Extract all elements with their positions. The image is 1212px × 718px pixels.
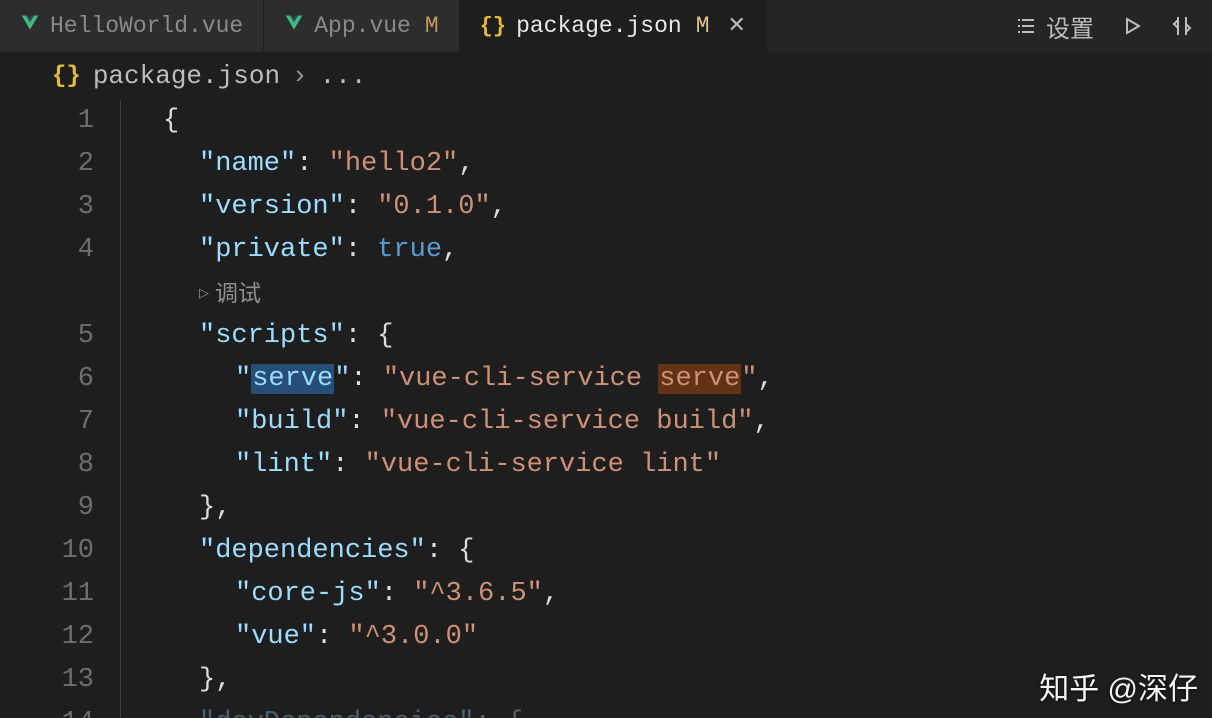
codelens-debug[interactable]: ▷调试 xyxy=(163,272,1212,315)
editor-actions: 设置 xyxy=(996,0,1212,52)
line-number: 13 xyxy=(0,659,94,702)
settings-label: 设置 xyxy=(1046,9,1094,44)
breadcrumb-more: ... xyxy=(320,61,367,91)
compare-icon xyxy=(1170,14,1194,38)
json-icon: {} xyxy=(480,14,506,39)
editor-tabbar: HelloWorld.vue App.vue M {} package.json… xyxy=(0,0,1212,52)
line-number: 14 xyxy=(0,702,94,718)
line-number: 9 xyxy=(0,487,94,530)
line-number: 1 xyxy=(0,100,94,143)
line-number: 6 xyxy=(0,358,94,401)
highlight-occurrence: serve xyxy=(658,364,741,394)
tab-app[interactable]: App.vue M xyxy=(264,0,459,52)
line-number: 11 xyxy=(0,573,94,616)
breadcrumb-file: package.json xyxy=(93,61,280,91)
play-icon xyxy=(1120,14,1144,38)
vue-icon xyxy=(20,13,40,39)
tab-label: package.json xyxy=(516,13,682,39)
line-gutter: 1 2 3 4 5 6 7 8 9 10 11 12 13 14 xyxy=(0,100,120,718)
line-number: 7 xyxy=(0,401,94,444)
tab-helloworld[interactable]: HelloWorld.vue xyxy=(0,0,264,52)
list-icon xyxy=(1014,14,1038,38)
line-number: 8 xyxy=(0,444,94,487)
watermark: 知乎 @深仔 xyxy=(1039,664,1198,708)
run-action[interactable] xyxy=(1120,14,1144,38)
line-number: 12 xyxy=(0,616,94,659)
tab-package-json[interactable]: {} package.json M ✕ xyxy=(460,0,767,52)
line-number: 4 xyxy=(0,229,94,272)
line-number: 10 xyxy=(0,530,94,573)
selection: serve xyxy=(251,364,334,394)
vue-icon xyxy=(284,13,304,39)
tab-label: HelloWorld.vue xyxy=(50,13,243,39)
code-content[interactable]: { "name": "hello2", "version": "0.1.0", … xyxy=(120,100,1212,718)
chevron-right-icon: › xyxy=(292,61,308,91)
line-number: 2 xyxy=(0,143,94,186)
play-icon: ▷ xyxy=(199,272,209,315)
modified-indicator: M xyxy=(696,13,710,39)
json-icon: {} xyxy=(52,63,81,90)
line-number: 5 xyxy=(0,315,94,358)
compare-action[interactable] xyxy=(1170,14,1194,38)
close-icon[interactable]: ✕ xyxy=(720,13,746,39)
tab-label: App.vue xyxy=(314,13,411,39)
settings-action[interactable]: 设置 xyxy=(1014,9,1094,44)
line-number: 3 xyxy=(0,186,94,229)
modified-indicator: M xyxy=(425,13,439,39)
code-editor[interactable]: 1 2 3 4 5 6 7 8 9 10 11 12 13 14 { "name… xyxy=(0,100,1212,718)
breadcrumb[interactable]: {} package.json › ... xyxy=(0,52,1212,100)
brace: { xyxy=(163,106,179,136)
